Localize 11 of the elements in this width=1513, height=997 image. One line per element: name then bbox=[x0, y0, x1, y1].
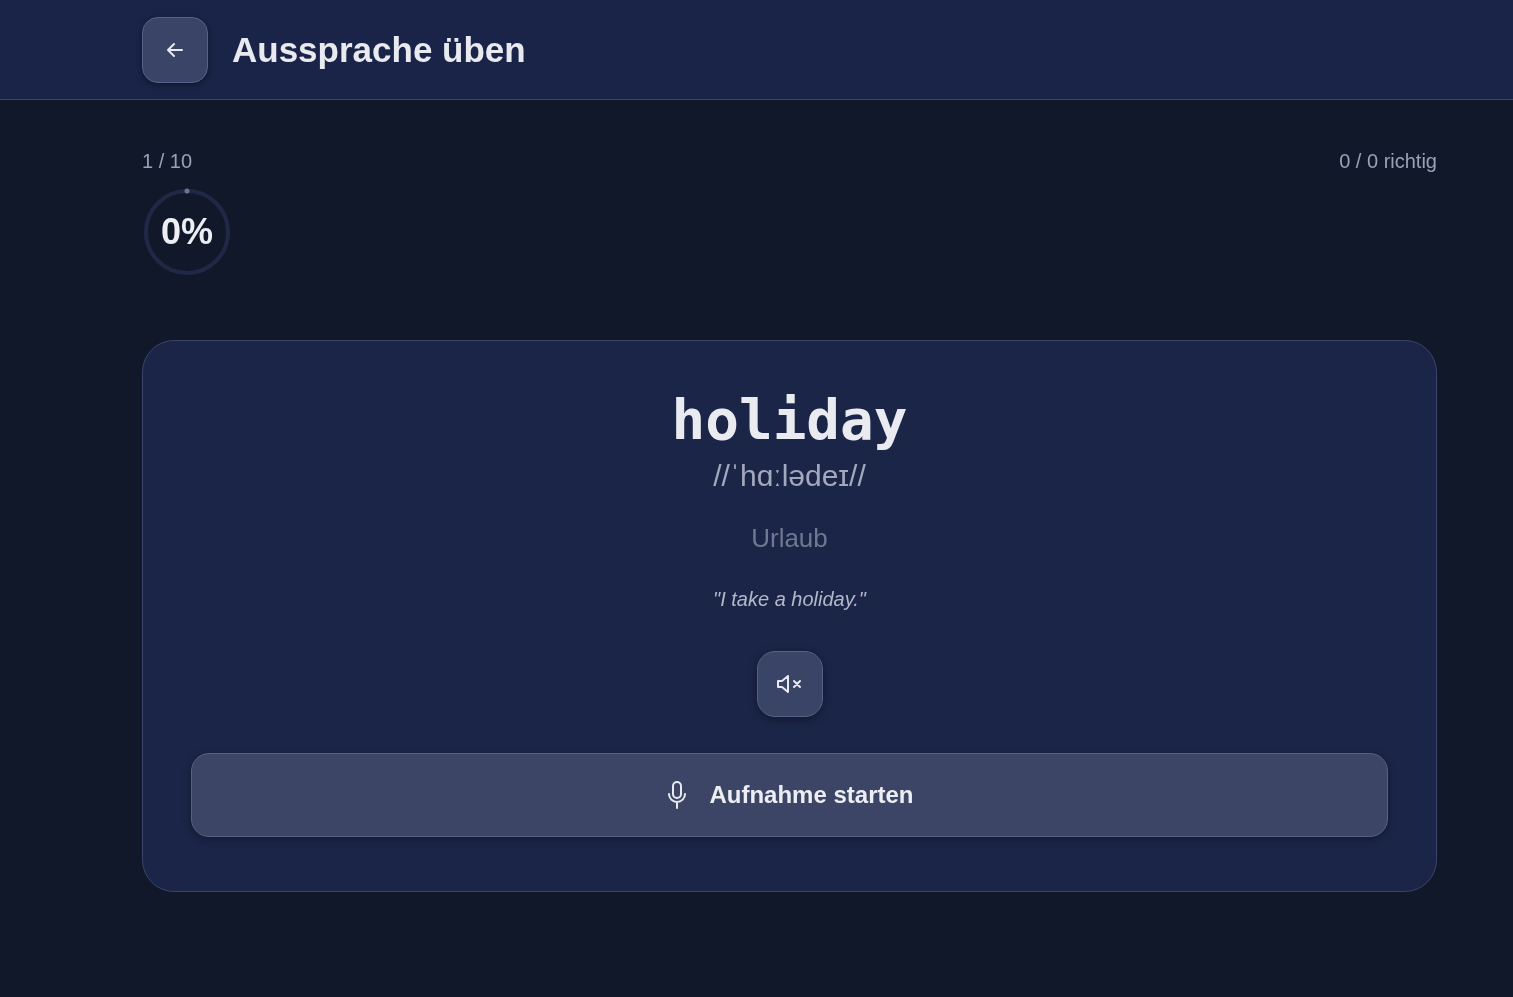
score-text: 0 / 0 richtig bbox=[1339, 150, 1437, 174]
phonetic-text: //ˈhɑːlədeɪ// bbox=[713, 459, 866, 493]
translation-text: Urlaub bbox=[751, 523, 828, 554]
question-counter: 1 / 10 bbox=[142, 150, 194, 173]
record-button[interactable]: Aufnahme starten bbox=[191, 753, 1388, 837]
back-button[interactable] bbox=[142, 16, 208, 83]
example-sentence: "I take a holiday." bbox=[713, 588, 866, 611]
page-title: Aussprache üben bbox=[232, 29, 526, 70]
progress-percent: 0% bbox=[160, 210, 214, 254]
word-text: holiday bbox=[671, 386, 908, 454]
sound-toggle-button[interactable] bbox=[756, 651, 823, 717]
